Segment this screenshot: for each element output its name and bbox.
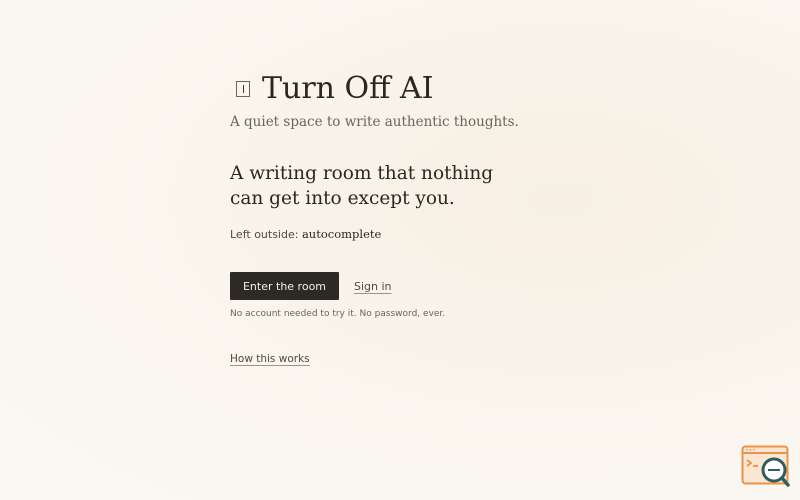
tagline: A quiet space to write authentic thought… (230, 114, 519, 130)
no-account-note: No account needed to try it. No password… (230, 309, 446, 319)
left-outside-label: Left outside: (230, 228, 299, 241)
browser-search-icon[interactable] (741, 445, 791, 487)
left-outside-value: autocomplete (301, 227, 382, 241)
left-outside-line: Left outside: autocomplete (230, 227, 570, 241)
brand-header: Turn Off AI (230, 68, 570, 108)
browser-search-graphic (741, 445, 790, 487)
text-cursor-icon (236, 81, 250, 97)
page-title: Turn Off AI (262, 70, 434, 106)
hero-headline: A writing room that nothing can get into… (230, 163, 494, 209)
enter-room-button[interactable]: Enter the room (230, 272, 339, 300)
sign-in-link[interactable]: Sign in (354, 280, 392, 293)
actions-row: Enter the room Sign in (230, 272, 570, 300)
how-this-works-link[interactable]: How this works (230, 353, 310, 365)
landing-content: Turn Off AI A quiet space to write authe… (230, 68, 570, 366)
